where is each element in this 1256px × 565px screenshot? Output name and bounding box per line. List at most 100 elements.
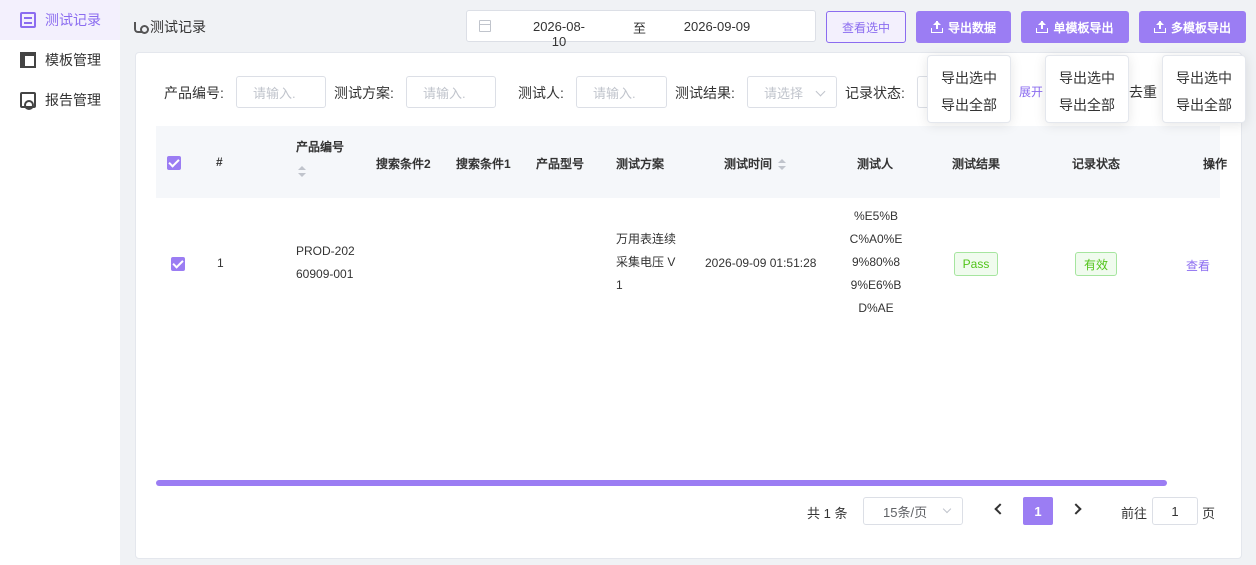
col-test-time[interactable]: 测试时间 — [724, 155, 787, 172]
sidebar-item-template-management[interactable]: 模板管理 — [0, 40, 120, 80]
goto-page-input[interactable]: 1 — [1152, 497, 1198, 525]
col-record-status: 记录状态 — [1072, 157, 1121, 171]
sidebar-item-label: 测试记录 — [45, 12, 101, 28]
product-no-line: PROD-202 — [296, 244, 355, 258]
report-icon — [20, 92, 36, 110]
menu-item-export-selected[interactable]: 导出选中 — [1046, 68, 1128, 88]
document-icon — [20, 12, 36, 28]
single-template-export-menu: 导出选中 导出全部 — [1045, 55, 1129, 123]
record-status-badge: 有效 — [1075, 252, 1117, 276]
sort-icon[interactable] — [298, 166, 306, 178]
chevron-down-icon — [815, 86, 826, 97]
product-no-input[interactable]: 请输入. — [236, 76, 326, 108]
multi-template-export-menu: 导出选中 导出全部 — [1162, 55, 1246, 123]
date-end-input[interactable]: 2026-09-09 — [682, 19, 752, 34]
product-no-placeholder: 请输入. — [253, 85, 296, 101]
goto-label: 前往 — [1121, 506, 1148, 521]
test-plan-input[interactable]: 请输入. — [406, 76, 496, 108]
menu-item-export-all[interactable]: 导出全部 — [1163, 95, 1245, 115]
sidebar-item-report-management[interactable]: 报告管理 — [0, 80, 120, 120]
col-test-plan: 测试方案 — [616, 157, 665, 171]
upload-icon — [1036, 21, 1049, 33]
calendar-icon — [479, 20, 491, 32]
tester-line: C%A0%E — [849, 232, 903, 246]
test-result-label: 测试结果: — [675, 85, 735, 101]
multi-template-export-button[interactable]: 多模板导出 — [1139, 11, 1246, 43]
col-tester: 测试人 — [857, 157, 894, 171]
row-test-plan: 万用表连续 采集电压 V 1 — [616, 228, 676, 297]
test-plan-label: 测试方案: — [334, 85, 394, 101]
select-all-checkbox[interactable] — [167, 156, 181, 170]
col-action: 操作 — [1203, 157, 1228, 171]
breadcrumb-title: 测试记录 — [150, 19, 206, 35]
col-test-result: 测试结果 — [952, 157, 1001, 171]
row-checkbox[interactable] — [171, 257, 185, 271]
page-size-value: 15条/页 — [883, 504, 928, 520]
upload-icon — [1153, 21, 1166, 33]
top-toolbar: 测试记录 2026-08-10 至 2026-09-09 查看选中 导出数据 单… — [120, 0, 1256, 52]
menu-item-export-selected[interactable]: 导出选中 — [1163, 68, 1245, 88]
export-data-button[interactable]: 导出数据 — [916, 11, 1011, 43]
tester-line: 9%80%8 — [851, 255, 901, 269]
sidebar: 测试记录 模板管理 报告管理 — [0, 0, 120, 565]
menu-item-export-all[interactable]: 导出全部 — [1046, 95, 1128, 115]
table-header: # 产品编号 搜索条件2 搜索条件1 产品型号 测试方案 测试时间 测试人 测试… — [156, 126, 1227, 198]
date-range-picker[interactable]: 2026-08-10 至 2026-09-09 — [466, 10, 816, 49]
single-template-export-button[interactable]: 单模板导出 — [1021, 11, 1129, 43]
tester-placeholder: 请输入. — [593, 85, 636, 101]
product-no-line: 60909-001 — [296, 267, 354, 281]
sidebar-item-label: 模板管理 — [45, 52, 101, 68]
row-product-no: PROD-202 60909-001 — [296, 240, 355, 286]
sort-icon[interactable] — [778, 158, 787, 171]
records-panel: 产品编号: 请输入. 测试方案: 请输入. 测试人: 请输入. 测试结果: 请选… — [135, 52, 1242, 559]
sidebar-item-test-records[interactable]: 测试记录 — [0, 0, 120, 40]
page-size-select[interactable]: 15条/页 — [863, 497, 963, 525]
page-number-current[interactable]: 1 — [1023, 497, 1053, 525]
chevron-down-icon — [942, 504, 952, 514]
tester-line: 9%E6%B — [850, 278, 902, 292]
music-note-icon — [132, 20, 149, 34]
date-start-input[interactable]: 2026-08-10 — [529, 19, 589, 49]
test-result-badge: Pass — [954, 252, 998, 276]
tester-label: 测试人: — [518, 85, 564, 101]
horizontal-scrollbar[interactable] — [156, 480, 1167, 486]
multi-template-export-label: 多模板导出 — [1170, 20, 1231, 35]
test-plan-placeholder: 请输入. — [423, 85, 466, 101]
table-icon — [20, 52, 36, 68]
row-test-time: 2026-09-09 01:51:28 — [705, 256, 817, 270]
col-search1: 搜索条件1 — [456, 157, 511, 171]
menu-item-export-selected[interactable]: 导出选中 — [928, 68, 1010, 88]
test-plan-line: 万用表连续 — [616, 232, 677, 246]
pagination-total: 共 1 条 — [807, 506, 848, 521]
single-template-export-label: 单模板导出 — [1053, 20, 1114, 35]
view-record-link[interactable]: 查看 — [1186, 257, 1210, 274]
expand-link[interactable]: 展开 — [1019, 83, 1043, 100]
view-selected-button[interactable]: 查看选中 — [826, 11, 906, 43]
test-result-select[interactable]: 请选择 — [747, 76, 837, 108]
test-plan-line: 1 — [616, 278, 623, 292]
col-search2: 搜索条件2 — [376, 157, 431, 171]
export-data-menu: 导出选中 导出全部 — [927, 55, 1011, 123]
menu-item-export-all[interactable]: 导出全部 — [928, 95, 1010, 115]
breadcrumb: 测试记录 — [132, 17, 206, 37]
col-test-time-label: 测试时间 — [724, 157, 773, 171]
dedup-toggle[interactable]: 去重 — [1129, 82, 1157, 102]
row-index: 1 — [217, 256, 224, 270]
prev-page-icon[interactable] — [994, 503, 1006, 515]
row-tester: %E5%B C%A0%E 9%80%8 9%E6%B D%AE — [848, 205, 904, 320]
export-data-label: 导出数据 — [947, 20, 996, 35]
col-product-model: 产品型号 — [536, 157, 585, 171]
tester-input[interactable]: 请输入. — [576, 76, 667, 108]
col-product-no[interactable]: 产品编号 — [296, 138, 344, 155]
goto-unit: 页 — [1202, 506, 1216, 521]
record-status-label: 记录状态: — [845, 85, 905, 101]
date-separator: 至 — [633, 21, 647, 36]
col-index: # — [216, 155, 223, 169]
upload-icon — [930, 21, 943, 33]
tester-line: %E5%B — [853, 209, 899, 223]
test-plan-line: 采集电压 V — [616, 255, 676, 269]
next-page-icon[interactable] — [1070, 503, 1082, 515]
test-result-placeholder: 请选择 — [764, 85, 804, 101]
tester-line: D%AE — [858, 301, 894, 315]
product-no-label: 产品编号: — [164, 85, 224, 101]
